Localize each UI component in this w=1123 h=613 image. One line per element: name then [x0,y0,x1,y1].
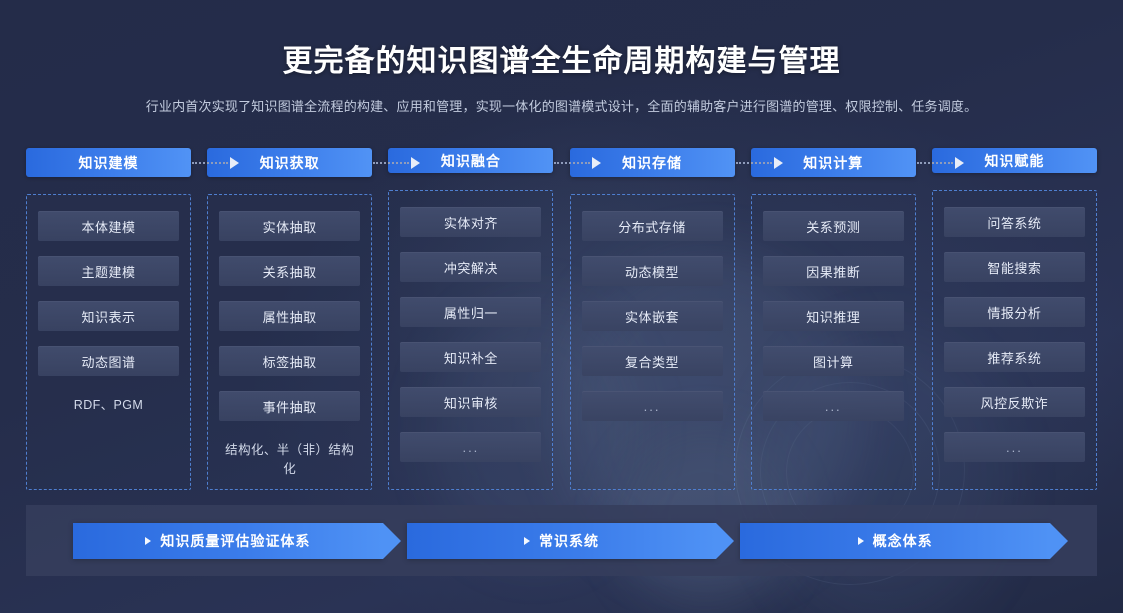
list-item[interactable]: 实体嵌套 [581,301,723,331]
foundation-bar-label: 常识系统 [539,532,599,549]
connector-arrowhead [592,156,602,169]
list-item[interactable]: 情报分析 [943,297,1085,327]
connector-arrowhead [230,156,239,169]
list-item[interactable]: 关系预测 [762,211,904,241]
dotted-arrow-right-icon [735,156,783,169]
triangle-right-icon [145,536,152,545]
column-note: RDF、PGM [73,398,144,412]
list-item[interactable]: 知识推理 [762,301,904,331]
list-item[interactable]: 知识补全 [400,342,542,372]
pipeline-column: 知识建模本体建模主题建模知识表示动态图谱 RDF、PGM [26,148,239,490]
list-item[interactable]: 实体对齐 [400,207,542,237]
list-item[interactable]: 知识表示 [38,301,179,331]
list-item[interactable]: 本体建模 [38,211,179,241]
list-item-more[interactable]: ... [581,391,723,421]
pipeline-column: 知识存储 分布式存储 动态模型 实体嵌套 复合类型... [569,148,783,490]
list-item[interactable]: 推荐系统 [943,342,1085,372]
foundation-bar-2[interactable]: 常识系统 [406,522,734,559]
dotted-arrow-right-icon [192,156,239,169]
column-body: 本体建模主题建模知识表示动态图谱 RDF、PGM [26,194,191,490]
connector-dots [735,161,772,164]
page-subtitle: 行业内首次实现了知识图谱全流程的构建、应用和管理，实现一体化的图谱模式设计，全面… [145,99,978,114]
list-item[interactable]: 图计算 [762,346,904,376]
connector-arrowhead [411,156,421,169]
list-item[interactable]: 主题建模 [38,256,179,286]
list-item[interactable]: 智能搜索 [943,252,1085,282]
list-item[interactable]: 冲突解决 [400,252,542,282]
list-item-more[interactable]: ... [943,432,1085,462]
connector-arrowhead [773,156,783,169]
pipeline-column: 知识融合 实体对齐 冲突解决 属性归一 知识补全 知识审核... [388,148,602,490]
dotted-arrow-right-icon [373,156,421,169]
column-body: 问答系统智能搜索情报分析推荐系统风控反欺诈... [931,190,1097,490]
list-item-more[interactable]: ... [762,391,904,421]
pipeline-column: 知识计算 关系预测 因果推断 知识推理 图计算... [750,148,964,490]
list-item[interactable]: 知识审核 [400,387,542,417]
connector-dots [192,161,228,164]
foundation-bar-1[interactable]: 知识质量评估验证体系 [73,522,401,559]
pipeline-column: 知识赋能 问答系统 智能搜索 情报分析 推荐系统 风控反欺诈... [931,148,1097,490]
connector-dots [554,161,591,164]
list-item[interactable]: 实体抽取 [219,211,361,241]
list-item[interactable]: 属性归一 [400,297,542,327]
foundation-bar-label: 概念体系 [872,532,933,549]
column-body: 关系预测因果推断知识推理图计算... [750,194,916,490]
column-body: 分布式存储动态模型实体嵌套复合类型... [569,194,735,490]
list-item[interactable]: 问答系统 [943,207,1085,237]
triangle-right-icon [524,536,530,545]
foundation-strip: 知识质量评估验证体系 常识系统 概念体系 [26,505,1097,576]
dotted-arrow-right-icon [554,156,602,169]
foundation-bar-list: 知识质量评估验证体系 常识系统 概念体系 [26,505,1097,576]
list-item[interactable]: 事件抽取 [219,391,361,421]
list-item-more[interactable]: ... [400,432,542,462]
connector-arrowhead [954,156,964,169]
connector-dots [916,161,953,164]
list-item[interactable]: 风控反欺诈 [943,387,1085,417]
list-item[interactable]: 因果推断 [762,256,904,286]
list-item[interactable]: 复合类型 [581,346,723,376]
column-body: 实体对齐冲突解决属性归一知识补全知识审核... [388,190,554,490]
foundation-bar-3[interactable]: 概念体系 [740,522,1068,559]
triangle-right-icon [857,536,864,545]
column-header-1[interactable]: 知识建模 [26,148,191,177]
page-title: 更完备的知识图谱全生命周期构建与管理 [282,45,841,78]
list-item[interactable]: 动态模型 [581,256,723,286]
list-item[interactable]: 属性抽取 [219,301,361,331]
list-item[interactable]: 分布式存储 [581,211,723,241]
connector-dots [373,161,410,164]
knowledge-graph-lifecycle-slide: 更完备的知识图谱全生命周期构建与管理 行业内首次实现了知识图谱全流程的构建、应用… [0,0,1123,613]
list-item[interactable]: 动态图谱 [38,346,179,376]
column-note: 结构化、半（非）结构化 [225,443,355,476]
foundation-bar-label: 知识质量评估验证体系 [160,532,311,549]
pipeline-column: 知识获取 实体抽取 关系抽取 属性抽取 标签抽取 事件抽取 结构化、半（非）结构化 [207,148,421,490]
column-body: 实体抽取关系抽取属性抽取标签抽取事件抽取结构化、半（非）结构化 [207,194,373,490]
list-item[interactable]: 标签抽取 [219,346,361,376]
dotted-arrow-right-icon [916,156,964,169]
list-item[interactable]: 关系抽取 [219,256,361,286]
pipeline-columns: 知识建模 本体建模 主题建模 知识表示 动态图谱 RDF、PGM 知识获取 实体抽取 关系抽取属… [26,148,1097,490]
